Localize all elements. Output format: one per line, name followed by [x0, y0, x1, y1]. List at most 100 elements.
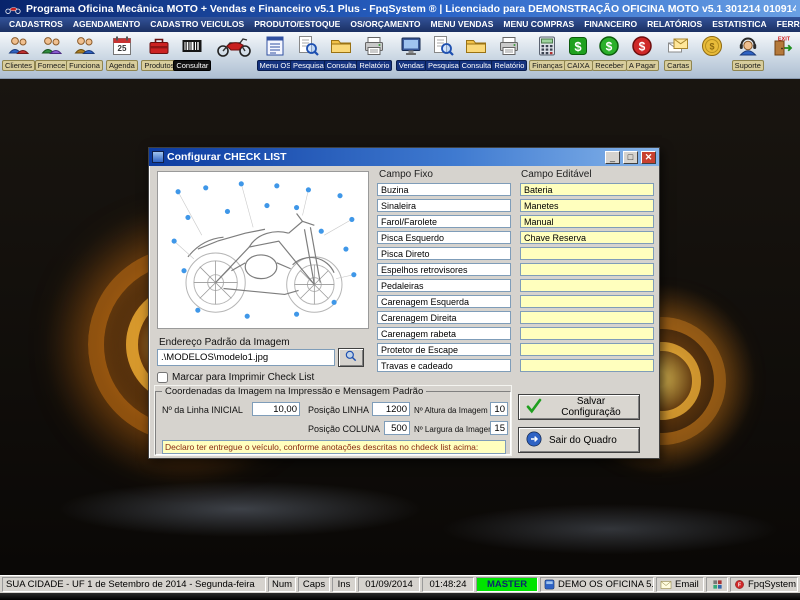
- campo-fixo-item-4[interactable]: [377, 231, 511, 244]
- posicao-coluna-input[interactable]: [384, 421, 410, 435]
- status-caps: Caps: [298, 577, 330, 592]
- dialog-close-button[interactable]: ✕: [641, 151, 656, 164]
- campo-fixo-item-7[interactable]: [377, 279, 511, 292]
- financas-button-label: Finanças: [529, 60, 565, 71]
- campo-editavel-item-8[interactable]: [520, 295, 654, 308]
- menu-relatorios[interactable]: RELATÓRIOS: [642, 17, 707, 32]
- vendas-pesquisa-button[interactable]: Pesquisa: [427, 33, 460, 71]
- suporte-button[interactable]: Suporte: [732, 33, 764, 71]
- menu-financeiro[interactable]: FINANCEIRO: [579, 17, 642, 32]
- financas-button[interactable]: Finanças: [531, 33, 564, 71]
- browse-image-button[interactable]: [338, 348, 364, 367]
- status-tools: [706, 577, 728, 592]
- image-path-input[interactable]: [157, 349, 335, 366]
- dialog-minimize-button[interactable]: _: [605, 151, 620, 164]
- largura-imagem-label: Nº Largura da Imagem: [414, 425, 495, 434]
- fornecedores-button-label: Fornece: [35, 60, 69, 71]
- vendas-relatorio-button-label: Relatório: [491, 60, 527, 71]
- menu-cadastro-veiculos[interactable]: CADASTRO VEICULOS: [145, 17, 249, 32]
- agenda-button[interactable]: 25Agenda: [106, 33, 138, 71]
- menu-ferramentas[interactable]: FERRAMENTAS: [772, 17, 800, 32]
- menu-estatistica[interactable]: ESTATISTICA: [707, 17, 771, 32]
- printer-icon: [362, 33, 386, 59]
- campo-editavel-item-12[interactable]: [520, 359, 654, 372]
- menu-os-orcamento[interactable]: OS/ORÇAMENTO: [345, 17, 425, 32]
- consultar-button[interactable]: Consultar: [176, 33, 209, 71]
- vendas-consulta-button[interactable]: Consulta: [460, 33, 493, 71]
- dialog-titlebar[interactable]: Configurar CHECK LIST _ □ ✕: [149, 148, 659, 166]
- menu-bar: CADASTROSAGENDAMENTOCADASTRO VEICULOSPRO…: [0, 17, 800, 32]
- largura-imagem-input[interactable]: [490, 421, 508, 435]
- menu-menu-compras[interactable]: MENU COMPRAS: [498, 17, 579, 32]
- fornecedores-button[interactable]: Fornece: [35, 33, 68, 71]
- moedas-button[interactable]: $: [698, 33, 727, 59]
- linha-inicial-input[interactable]: [252, 402, 300, 416]
- support-icon: [736, 33, 760, 59]
- campo-fixo-item-8[interactable]: [377, 295, 511, 308]
- dialog-maximize-button[interactable]: □: [623, 151, 638, 164]
- campo-fixo-item-10[interactable]: [377, 327, 511, 340]
- menu-menu-vendas[interactable]: MENU VENDAS: [426, 17, 499, 32]
- os-relatorio-button[interactable]: Relatório: [358, 33, 391, 71]
- salvar-configuracao-button[interactable]: Salvar Configuração: [518, 394, 640, 420]
- campo-editavel-item-4[interactable]: [520, 231, 654, 244]
- campo-editavel-item-11[interactable]: [520, 343, 654, 356]
- os-pesquisa-button[interactable]: Pesquisa: [292, 33, 325, 71]
- caixa-button[interactable]: $CAIXA: [564, 33, 593, 71]
- svg-text:$: $: [639, 40, 646, 54]
- coin-icon: $: [700, 33, 724, 59]
- a-pagar-button[interactable]: $A Pagar: [626, 33, 659, 71]
- posicao-linha-input[interactable]: [372, 402, 410, 416]
- altura-imagem-input[interactable]: [490, 402, 508, 416]
- campo-editavel-item-7[interactable]: [520, 279, 654, 292]
- campo-fixo-item-12[interactable]: [377, 359, 511, 372]
- sair-do-quadro-button[interactable]: Sair do Quadro: [518, 427, 640, 453]
- campo-fixo-item-6[interactable]: [377, 263, 511, 276]
- campo-fixo-item-2[interactable]: [377, 199, 511, 212]
- menu-produto-estoque[interactable]: PRODUTO/ESTOQUE: [249, 17, 345, 32]
- cartas-button[interactable]: Cartas: [664, 33, 693, 71]
- campo-fixo-item-11[interactable]: [377, 343, 511, 356]
- window-bottom-edge: [0, 593, 800, 600]
- campo-editavel-item-5[interactable]: [520, 247, 654, 260]
- campo-fixo-item-5[interactable]: [377, 247, 511, 260]
- os-consulta-button[interactable]: Consulta: [325, 33, 358, 71]
- campo-fixo-list: [377, 183, 511, 375]
- brand-icon: F: [734, 579, 745, 590]
- campo-editavel-item-1[interactable]: [520, 183, 654, 196]
- altura-imagem-label: Nº Altura da Imagem: [414, 406, 488, 415]
- salvar-label: Salvar Configuração: [549, 396, 633, 418]
- produtos-button[interactable]: Produtos: [143, 33, 176, 71]
- campo-editavel-item-3[interactable]: [520, 215, 654, 228]
- staff-icon: [73, 33, 97, 59]
- menu-cadastros[interactable]: CADASTROS: [4, 17, 68, 32]
- os-relatorio-button-label: Relatório: [356, 60, 392, 71]
- campo-fixo-item-9[interactable]: [377, 311, 511, 324]
- menu-os-button[interactable]: Menu OS: [259, 33, 292, 71]
- svg-text:$: $: [606, 40, 613, 54]
- campo-fixo-item-3[interactable]: [377, 215, 511, 228]
- funcionarios-button[interactable]: Funciona: [68, 33, 101, 71]
- caixa-button-label: CAIXA: [564, 60, 593, 71]
- vendas-button[interactable]: Vendas: [396, 33, 427, 71]
- campo-editavel-item-10[interactable]: [520, 327, 654, 340]
- clientes-button[interactable]: Clientes: [2, 33, 35, 71]
- app-window: Programa Oficina Mecânica MOTO + Vendas …: [0, 0, 800, 600]
- campo-fixo-item-1[interactable]: [377, 183, 511, 196]
- posicao-coluna-label: Posição COLUNA: [308, 424, 380, 434]
- coordinates-group-title: Coordenadas da Imagem na Impressão e Men…: [162, 386, 426, 397]
- print-checklist-checkbox[interactable]: [157, 372, 168, 383]
- campo-editavel-item-9[interactable]: [520, 311, 654, 324]
- campo-editavel-item-6[interactable]: [520, 263, 654, 276]
- receber-button-label: Receber: [592, 60, 626, 71]
- sair-button[interactable]: EXIT: [769, 33, 798, 59]
- menu-agendamento[interactable]: AGENDAMENTO: [68, 17, 145, 32]
- search-doc-icon: [431, 33, 455, 59]
- magnifier-icon: [344, 349, 358, 366]
- campo-editavel-item-2[interactable]: [520, 199, 654, 212]
- receber-button[interactable]: $ Receber: [593, 33, 626, 71]
- mensagem-padrao-input[interactable]: [162, 440, 506, 454]
- dollar-green-icon: $: [597, 33, 621, 59]
- vendas-relatorio-button[interactable]: Relatório: [493, 33, 526, 71]
- folder-icon: [464, 33, 488, 59]
